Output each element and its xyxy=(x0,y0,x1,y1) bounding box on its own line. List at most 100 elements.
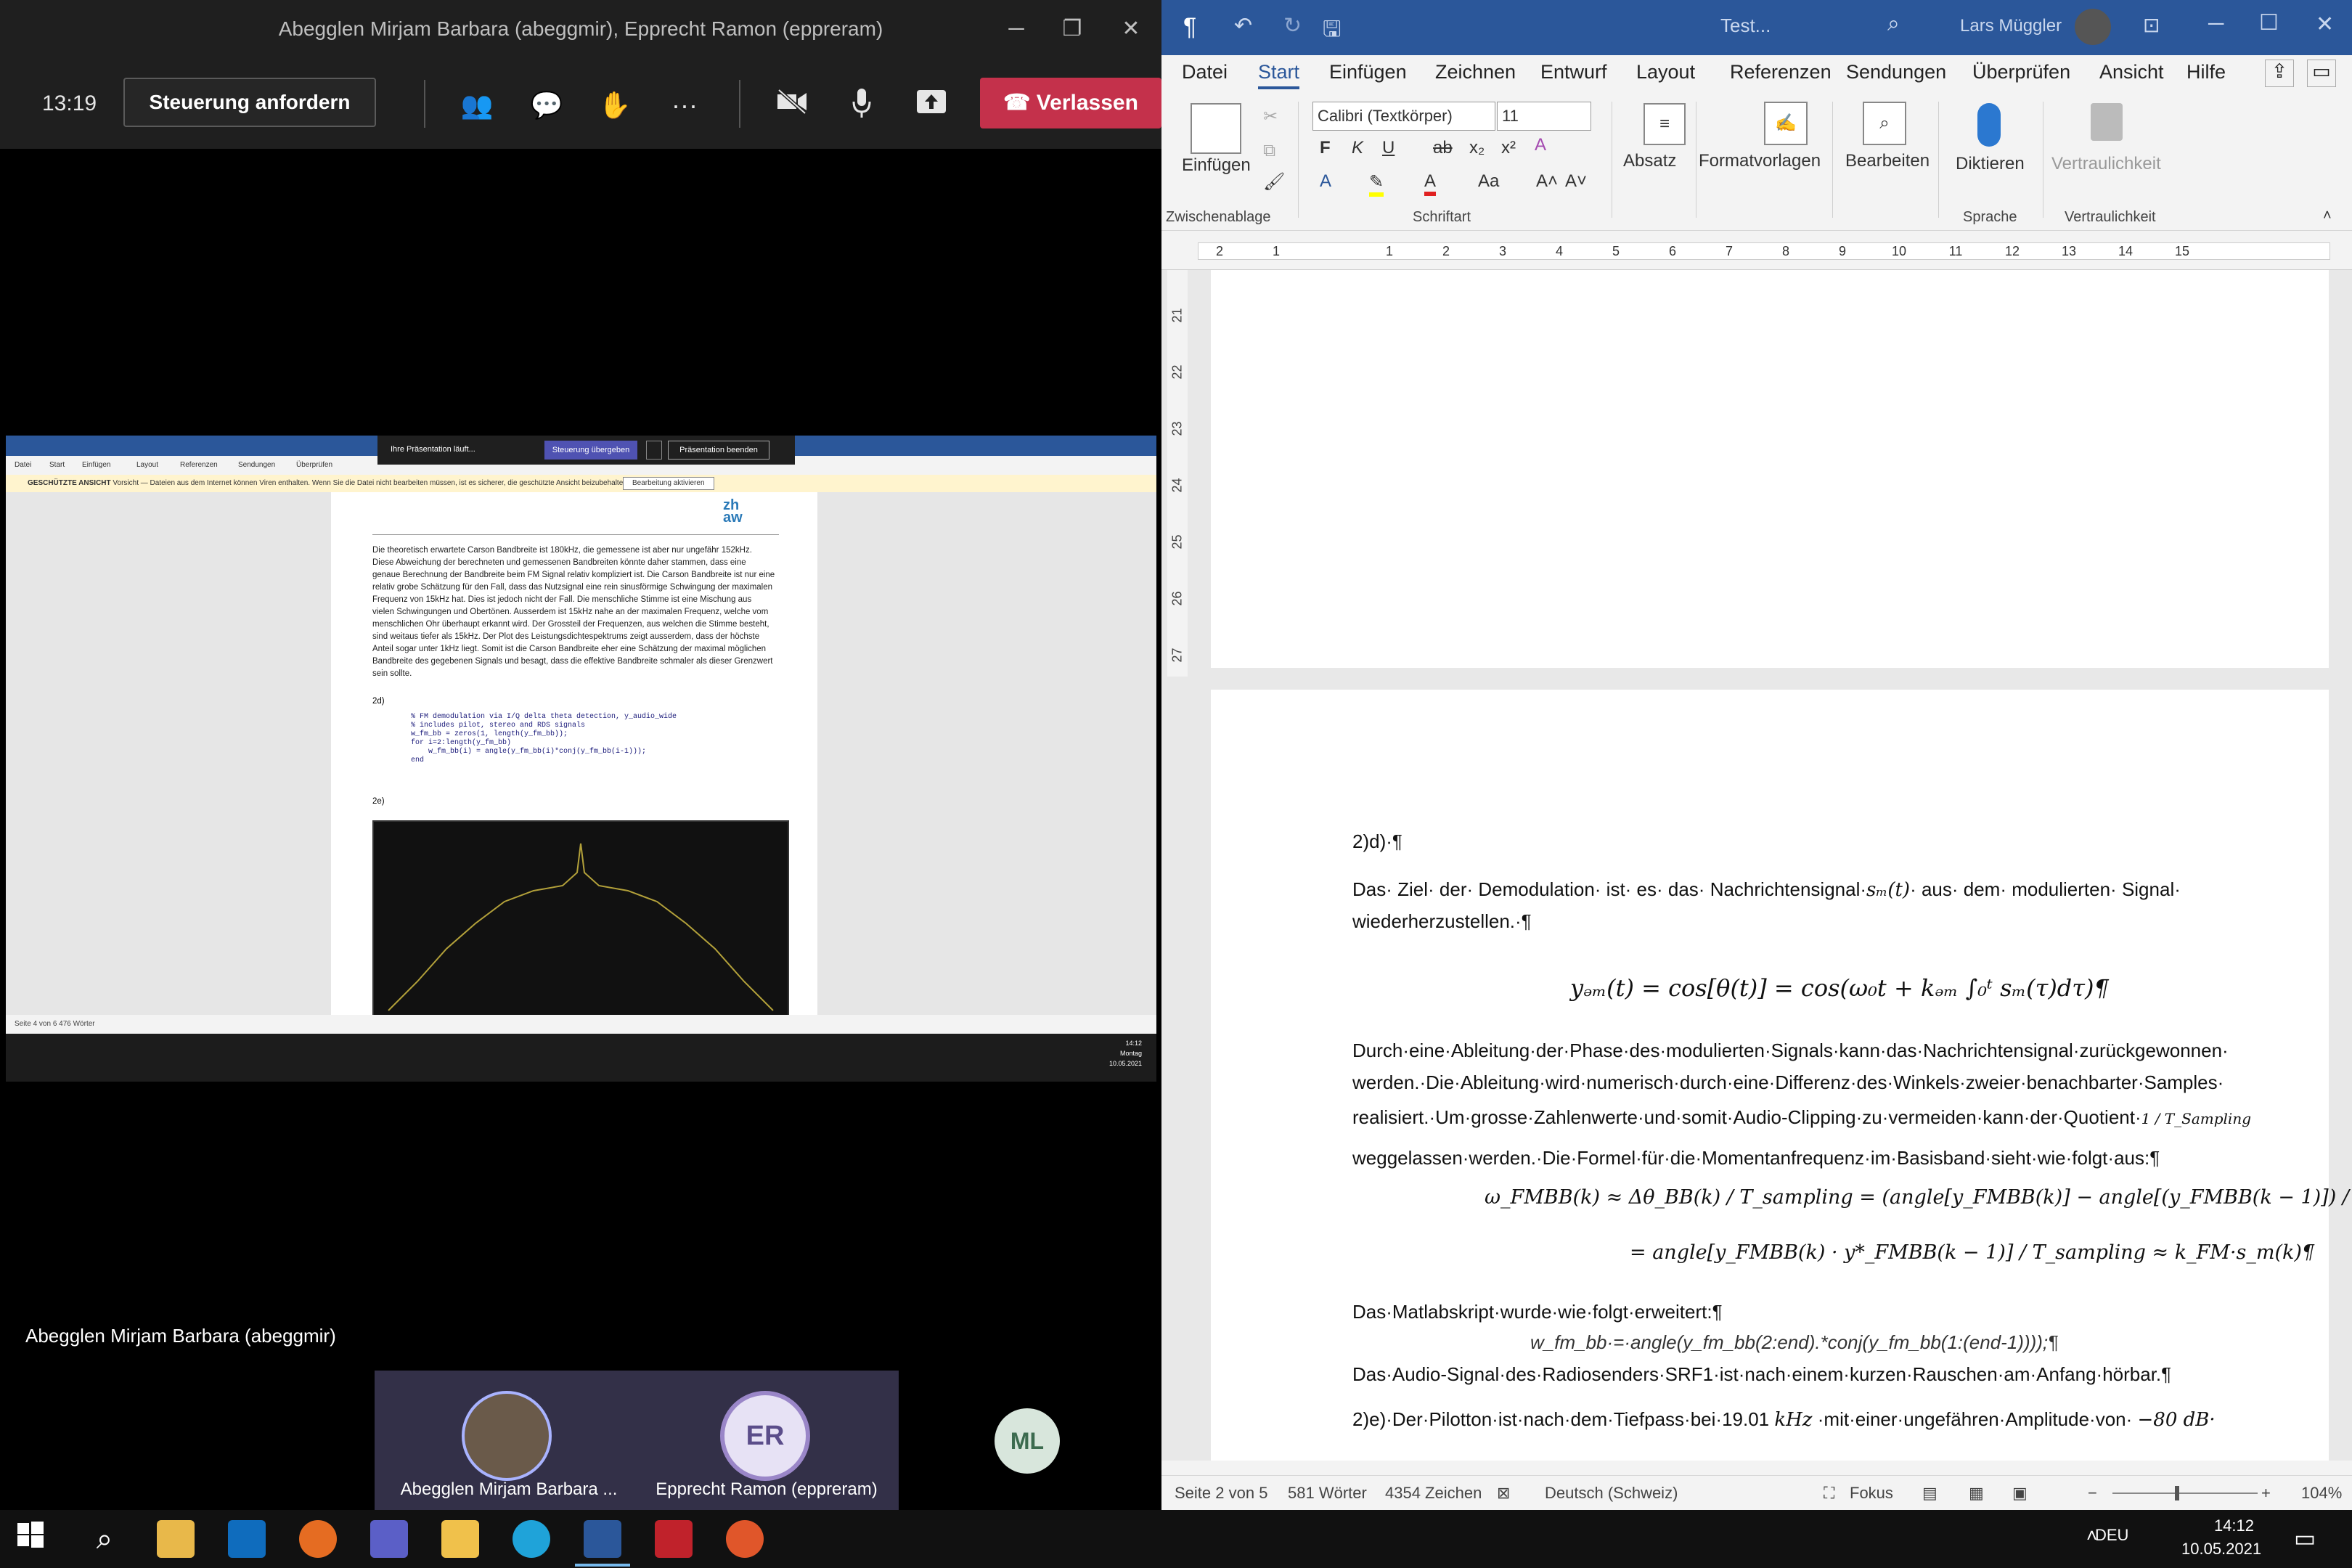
comments-icon[interactable]: ▭ xyxy=(2307,60,2336,87)
tab-hilfe[interactable]: Hilfe xyxy=(2186,61,2226,83)
status-language[interactable]: Deutsch (Schweiz) xyxy=(1545,1476,1678,1511)
tab-referenzen[interactable]: Referenzen xyxy=(1730,61,1832,83)
tab-datei[interactable]: Datei xyxy=(1182,61,1228,83)
cut-icon[interactable]: ✂ xyxy=(1263,106,1278,127)
editing-button[interactable]: Bearbeiten xyxy=(1845,151,1930,171)
participants-icon[interactable]: 👥 xyxy=(459,87,495,123)
more-options-icon[interactable]: ··· xyxy=(666,87,703,123)
paragraph-icon[interactable]: ≡ xyxy=(1643,103,1686,145)
tab-entwurf[interactable]: Entwurf xyxy=(1540,61,1607,83)
firefox-icon[interactable] xyxy=(299,1520,337,1558)
ribbon-display-icon[interactable]: ⊡ xyxy=(2143,13,2160,37)
collapse-ribbon-icon[interactable]: ˄ xyxy=(2323,208,2332,224)
styles-icon[interactable]: ✍ xyxy=(1764,102,1808,145)
horizontal-ruler[interactable]: 2 1 1 2 3 4 5 6 7 8 9 10 11 12 13 14 15 xyxy=(1161,232,2352,270)
close-icon[interactable]: ✕ xyxy=(1102,0,1160,58)
search-icon[interactable]: ⌕ xyxy=(1887,12,1900,36)
close-icon[interactable]: ✕ xyxy=(2316,12,2334,37)
document-page-1[interactable] xyxy=(1211,270,2329,668)
tab-layout[interactable]: Layout xyxy=(1636,61,1695,83)
styles-button[interactable]: Formatvorlagen xyxy=(1699,151,1821,171)
paragraph-button[interactable]: Absatz xyxy=(1623,151,1676,171)
chat-icon[interactable]: 💬 xyxy=(528,87,565,123)
camera-off-icon[interactable] xyxy=(774,87,810,123)
paragraph-mark-icon[interactable]: ¶ xyxy=(1183,13,1196,41)
share-icon[interactable]: ⇪ xyxy=(2265,60,2294,87)
participant-avatar-initials[interactable]: ML xyxy=(995,1408,1060,1474)
tab-ansicht[interactable]: Ansicht xyxy=(2099,61,2164,83)
format-painter-icon[interactable]: 🖌 xyxy=(1263,171,1285,192)
minimize-icon[interactable]: ─ xyxy=(2208,12,2224,36)
request-control-button[interactable]: Steuerung anfordern xyxy=(123,78,376,127)
notifications-icon[interactable]: ▭ xyxy=(2294,1524,2316,1552)
tab-sendungen[interactable]: Sendungen xyxy=(1846,61,1946,83)
zoom-slider-thumb[interactable] xyxy=(2175,1486,2179,1500)
tab-zeichnen[interactable]: Zeichnen xyxy=(1435,61,1516,83)
strikethrough-icon[interactable]: ab xyxy=(1433,138,1453,158)
shrink-font-icon[interactable]: A˅ xyxy=(1565,171,1587,192)
dictate-button[interactable]: Diktieren xyxy=(1956,154,2025,174)
folder-icon[interactable] xyxy=(441,1520,479,1558)
teams-icon[interactable] xyxy=(370,1520,408,1558)
participant-avatar-initials[interactable]: ER xyxy=(720,1391,810,1481)
word-icon[interactable] xyxy=(575,1520,630,1567)
save-icon[interactable]: 🖫 xyxy=(1323,13,1342,50)
search-icon[interactable]: ⌕ xyxy=(86,1520,123,1558)
text-effects-icon[interactable]: A xyxy=(1320,171,1331,192)
zoom-slider[interactable] xyxy=(2112,1493,2258,1494)
zoom-level[interactable]: 104% xyxy=(2301,1476,2342,1511)
highlight-icon[interactable]: ✎ xyxy=(1369,171,1384,197)
tab-ueberpruefen[interactable]: Überprüfen xyxy=(1972,61,2070,83)
subscript-icon[interactable]: x₂ xyxy=(1469,138,1485,158)
change-case-button[interactable]: Aa xyxy=(1478,171,1499,192)
screen-icon[interactable] xyxy=(646,441,662,460)
edge-icon[interactable] xyxy=(513,1520,550,1558)
participant-avatar-photo[interactable] xyxy=(462,1391,552,1481)
outlook-icon[interactable] xyxy=(228,1520,266,1558)
font-size-select[interactable]: 11 xyxy=(1497,102,1591,131)
web-layout-icon[interactable]: ▣ xyxy=(2012,1476,2028,1511)
sensitivity-button[interactable]: Vertraulichkeit xyxy=(2051,154,2161,174)
status-page[interactable]: Seite 2 von 5 xyxy=(1175,1476,1267,1511)
matlab-icon[interactable] xyxy=(726,1520,764,1558)
find-icon[interactable]: ⌕ xyxy=(1863,102,1906,145)
read-mode-icon[interactable]: ▤ xyxy=(1922,1476,1937,1511)
redo-icon[interactable]: ↻ xyxy=(1283,13,1302,38)
minimize-icon[interactable]: ─ xyxy=(987,0,1045,58)
font-name-select[interactable]: Calibri (Textkörper) xyxy=(1312,102,1495,131)
system-clock[interactable]: 14:12 10.05.2021 xyxy=(2181,1514,2261,1561)
status-chars[interactable]: 4354 Zeichen xyxy=(1385,1476,1482,1511)
reactions-icon[interactable]: ✋ xyxy=(597,87,633,123)
windows-start-icon[interactable] xyxy=(16,1520,54,1558)
tab-start[interactable]: Start xyxy=(1258,61,1300,89)
paste-button[interactable]: Einfügen xyxy=(1182,155,1251,176)
undo-icon[interactable]: ↶ xyxy=(1234,13,1252,38)
focus-icon[interactable]: ⛶ xyxy=(1824,1476,1834,1511)
zoom-in-icon[interactable]: + xyxy=(2261,1476,2271,1511)
tab-einfuegen[interactable]: Einfügen xyxy=(1329,61,1407,83)
clear-formatting-icon[interactable]: A xyxy=(1535,135,1546,155)
pdf-icon[interactable] xyxy=(655,1520,693,1558)
user-avatar[interactable] xyxy=(2075,9,2111,45)
copy-icon[interactable]: ⧉ xyxy=(1263,141,1275,161)
give-control-button[interactable]: Steuerung übergeben xyxy=(544,441,637,460)
dictate-icon[interactable] xyxy=(1977,103,2001,147)
input-language[interactable]: DEU xyxy=(2095,1526,2128,1545)
paste-icon[interactable] xyxy=(1191,103,1241,154)
enable-editing-button[interactable]: Bearbeitung aktivieren xyxy=(623,477,714,490)
vertical-ruler[interactable]: 21 22 23 24 25 26 27 xyxy=(1167,270,1188,677)
end-presentation-button[interactable]: Präsentation beenden xyxy=(668,441,769,460)
print-layout-icon[interactable]: ▦ xyxy=(1969,1476,1984,1511)
proofing-icon[interactable]: ⊠ xyxy=(1497,1476,1510,1511)
superscript-icon[interactable]: x² xyxy=(1501,138,1516,158)
restore-icon[interactable]: ❐ xyxy=(1043,0,1101,58)
underline-button[interactable]: U xyxy=(1382,138,1395,158)
file-explorer-icon[interactable] xyxy=(157,1520,195,1558)
grow-font-icon[interactable]: A˄ xyxy=(1536,171,1558,192)
status-words[interactable]: 581 Wörter xyxy=(1288,1476,1367,1511)
font-color-icon[interactable]: A xyxy=(1424,171,1437,196)
leave-button[interactable]: ☎ Verlassen xyxy=(980,78,1161,128)
share-screen-icon[interactable] xyxy=(913,87,950,123)
microphone-icon[interactable] xyxy=(844,87,880,123)
sensitivity-icon[interactable] xyxy=(2091,103,2123,141)
